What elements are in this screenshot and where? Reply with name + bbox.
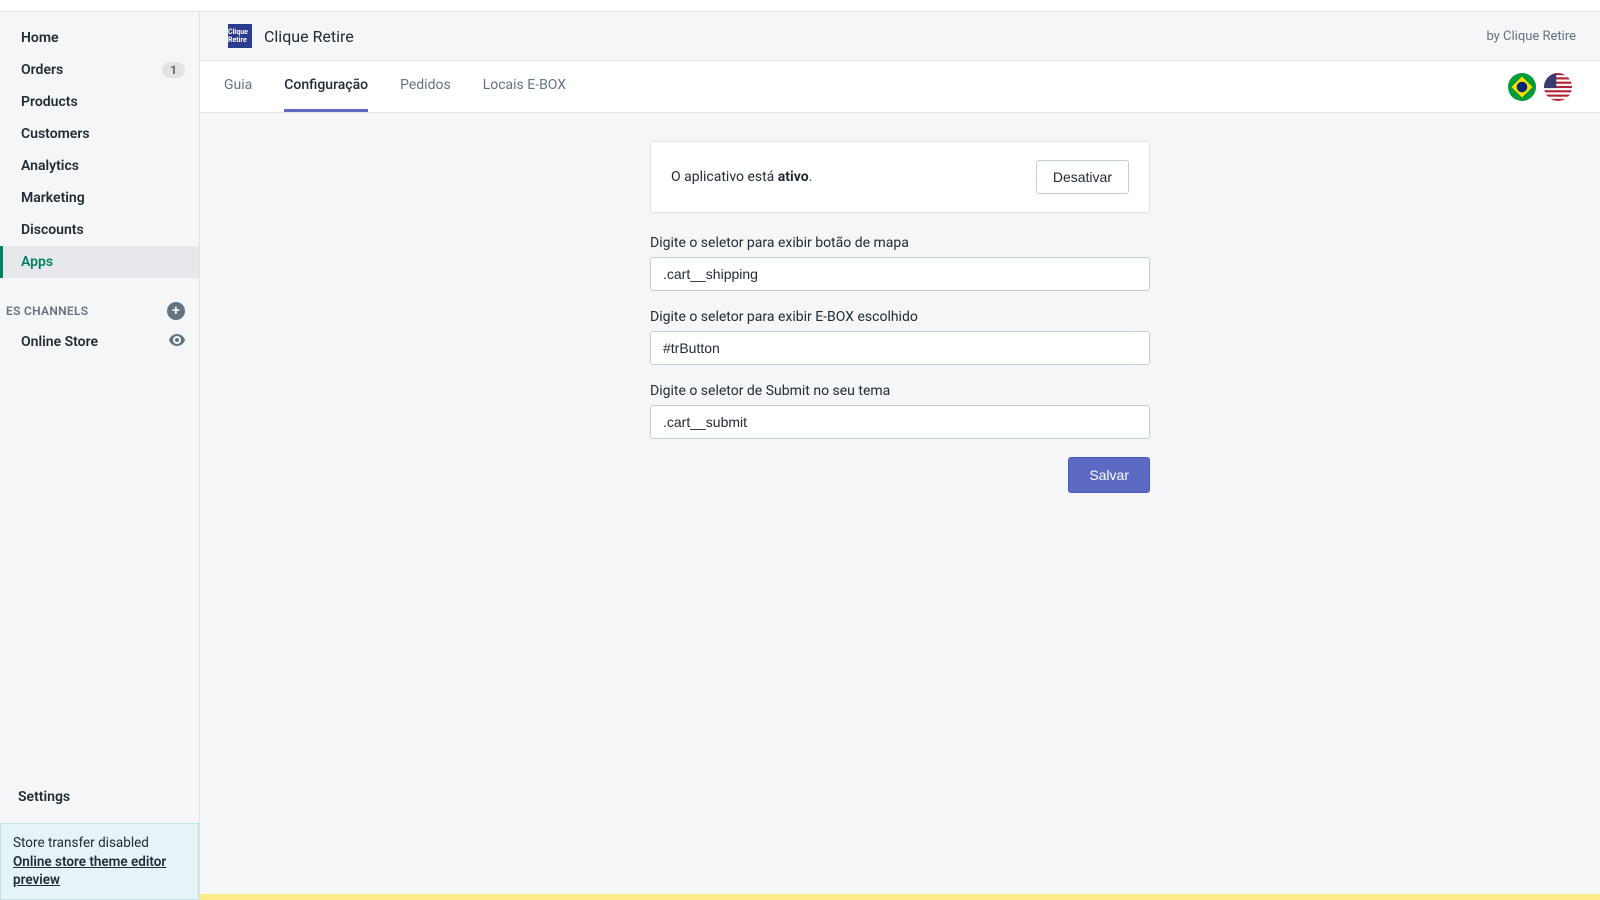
tab-guia[interactable]: Guia (224, 61, 252, 112)
sidebar-item-analytics[interactable]: Analytics (0, 150, 199, 182)
tab-label: Guia (224, 77, 252, 93)
flag-brazil-icon[interactable] (1508, 73, 1536, 101)
sidebar-item-label: Home (21, 30, 185, 46)
transfer-title: Store transfer disabled (13, 834, 186, 852)
sidebar-item-orders[interactable]: Orders 1 (0, 54, 199, 86)
app-by-label: by Clique Retire (1486, 29, 1576, 44)
sidebar-item-label: Settings (18, 789, 70, 805)
sidebar-item-label: Apps (21, 254, 185, 270)
tab-locais-ebox[interactable]: Locais E-BOX (483, 61, 566, 112)
deactivate-button[interactable]: Desativar (1036, 160, 1129, 194)
sidebar: Home Orders 1 Products Customers Analyti… (0, 0, 200, 900)
sidebar-item-settings[interactable]: Settings (0, 779, 199, 815)
sidebar-item-home[interactable]: Home (0, 22, 199, 54)
tab-pedidos[interactable]: Pedidos (400, 61, 451, 112)
app-logo: Clique Retire (228, 24, 252, 48)
sidebar-item-label: Customers (21, 126, 185, 142)
save-button[interactable]: Salvar (1068, 457, 1150, 493)
ebox-selector-input[interactable] (650, 331, 1150, 365)
status-card: O aplicativo está ativo. Desativar (650, 141, 1150, 213)
submit-selector-input[interactable] (650, 405, 1150, 439)
top-strip (0, 0, 1600, 12)
sidebar-item-label: Orders (21, 62, 162, 78)
sales-channels-header: ES CHANNELS + (0, 278, 199, 326)
submit-selector-label: Digite o seletor de Submit no seu tema (650, 383, 1150, 399)
sidebar-item-label: Discounts (21, 222, 185, 238)
tab-label: Locais E-BOX (483, 77, 566, 93)
sidebar-item-products[interactable]: Products (0, 86, 199, 118)
sidebar-item-label: Marketing (21, 190, 185, 206)
flag-usa-icon[interactable] (1544, 73, 1572, 101)
ebox-selector-label: Digite o seletor para exibir E-BOX escol… (650, 309, 1150, 325)
map-selector-label: Digite o seletor para exibir botão de ma… (650, 235, 1150, 251)
orders-badge: 1 (162, 62, 185, 78)
sidebar-item-label: Analytics (21, 158, 185, 174)
map-selector-input[interactable] (650, 257, 1150, 291)
sidebar-item-apps[interactable]: Apps (0, 246, 199, 278)
sales-channels-label: ES CHANNELS (6, 304, 88, 318)
eye-icon[interactable] (169, 334, 185, 350)
sidebar-item-customers[interactable]: Customers (0, 118, 199, 150)
app-header: Clique Retire Clique Retire by Clique Re… (200, 12, 1600, 61)
sidebar-item-online-store[interactable]: Online Store (0, 326, 199, 358)
tabs-bar: Guia Configuração Pedidos Locais E-BOX (200, 61, 1600, 113)
theme-editor-link[interactable]: Online store theme editor (13, 853, 186, 871)
sidebar-item-label: Online Store (21, 334, 169, 350)
status-text: O aplicativo está ativo. (671, 169, 812, 185)
sidebar-item-discounts[interactable]: Discounts (0, 214, 199, 246)
store-transfer-notice: Store transfer disabled Online store the… (0, 823, 199, 900)
content-area: O aplicativo está ativo. Desativar Digit… (200, 113, 1600, 900)
app-title: Clique Retire (264, 27, 354, 46)
main-area: Clique Retire Clique Retire by Clique Re… (200, 0, 1600, 900)
tab-label: Configuração (284, 77, 368, 93)
tab-configuracao[interactable]: Configuração (284, 61, 368, 112)
theme-editor-sub[interactable]: preview (13, 871, 186, 889)
add-channel-icon[interactable]: + (167, 302, 185, 320)
tab-label: Pedidos (400, 77, 451, 93)
sidebar-item-marketing[interactable]: Marketing (0, 182, 199, 214)
bottom-warning-strip (200, 894, 1600, 900)
sidebar-item-label: Products (21, 94, 185, 110)
